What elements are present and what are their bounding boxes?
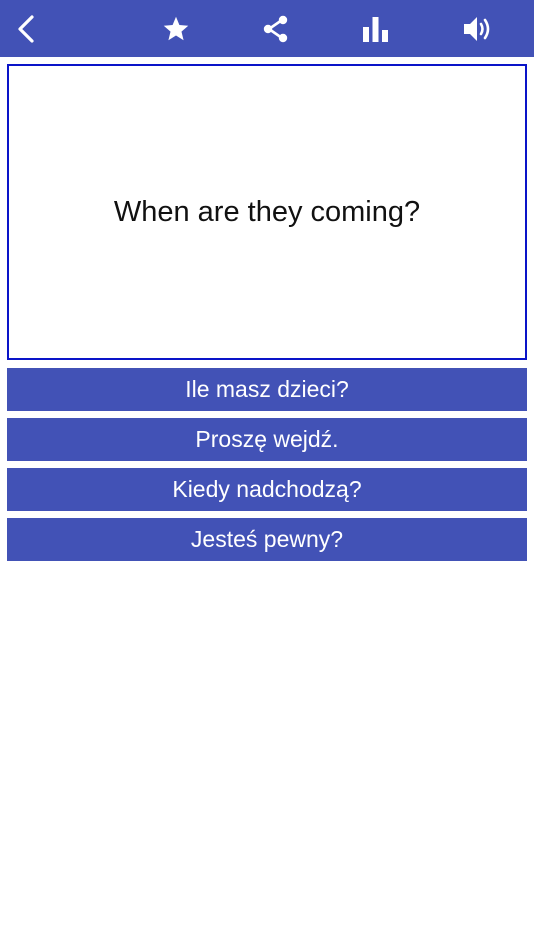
answer-button[interactable]: Proszę wejdź.: [7, 418, 527, 461]
answer-list: Ile masz dzieci? Proszę wejdź. Kiedy nad…: [7, 368, 527, 568]
favorite-button[interactable]: [156, 0, 196, 57]
bar-chart-icon: [361, 15, 391, 43]
answer-button[interactable]: Jesteś pewny?: [7, 518, 527, 561]
question-card: When are they coming?: [7, 64, 527, 360]
top-toolbar: [0, 0, 534, 57]
star-icon: [162, 15, 190, 43]
back-button[interactable]: [8, 0, 44, 57]
stats-button[interactable]: [356, 0, 396, 57]
sound-button[interactable]: [456, 0, 500, 57]
share-icon: [261, 14, 291, 44]
back-chevron-icon: [15, 14, 37, 44]
question-text: When are they coming?: [113, 195, 421, 228]
answer-button[interactable]: Ile masz dzieci?: [7, 368, 527, 411]
answer-button[interactable]: Kiedy nadchodzą?: [7, 468, 527, 511]
share-button[interactable]: [256, 0, 296, 57]
speaker-icon: [462, 14, 494, 44]
